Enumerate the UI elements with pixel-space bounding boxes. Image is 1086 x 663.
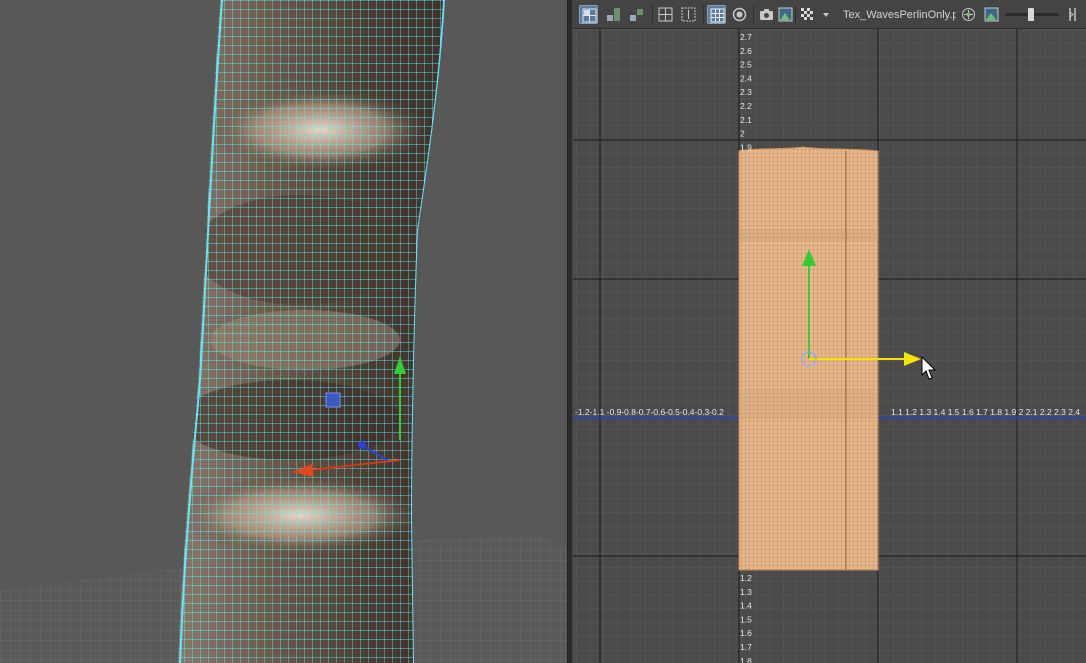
v-axis-tick-label: 2.7	[740, 32, 752, 42]
u-axis-ticks-right: 1.1 1.2 1.3 1.4 1.5 1.6 1.7 1.8 1.9 2 2.…	[891, 407, 1080, 417]
v-axis-tick-label: 1.4	[740, 601, 752, 611]
grid-snap-icon[interactable]	[656, 5, 675, 24]
viewport-scene	[0, 0, 567, 663]
texture-tiling-icon[interactable]	[959, 5, 978, 24]
v-axis-tick-label: 1.9	[740, 142, 752, 152]
uv-layout-icon[interactable]	[579, 5, 598, 24]
shell-layout-icon[interactable]	[604, 5, 623, 24]
v-axis-tick-label: 1.5	[740, 614, 752, 624]
image-icon[interactable]	[982, 5, 1001, 24]
shaded-uv-icon[interactable]	[730, 5, 749, 24]
exposure-slider[interactable]	[1005, 8, 1059, 21]
v-axis-tick-label: 2.5	[740, 60, 752, 70]
dropdown-arrow-icon[interactable]	[819, 5, 831, 24]
v-axis-tick-label: 1.7	[740, 642, 752, 652]
snapshot-icon[interactable]	[757, 5, 776, 24]
v-axis-tick-label: 1.2	[740, 573, 752, 583]
uv-toolbar: Tex_WavesPerlinOnly.p	[573, 0, 1086, 29]
v-axis-tick-label: 2.1	[740, 115, 752, 125]
toggle-grid-icon[interactable]	[707, 5, 726, 24]
v-axis-tick-label: 1.6	[740, 628, 752, 638]
selected-face[interactable]	[325, 392, 341, 408]
v-axis-tick-label: 1.8	[740, 656, 752, 663]
perspective-viewport[interactable]	[0, 0, 567, 663]
v-axis-ticks-lower: 1.2 1.3 1.4 1.5 1.6 1.7 1.8	[740, 573, 752, 663]
u-axis-ticks-left: -1.2-1.1 -0.9-0.8-0.7-0.6-0.5-0.4-0.3-0.…	[575, 407, 724, 417]
v-axis-tick-label: 2.4	[740, 73, 752, 83]
stack-layout-icon[interactable]	[627, 5, 646, 24]
uv-editor-panel: Tex_WavesPerlinOnly.p 2.7 2.6 2.5 2.4 2.…	[573, 0, 1086, 663]
v-axis-tick-label: 2.6	[740, 46, 752, 56]
v-axis-tick-label: 2.3	[740, 87, 752, 97]
v-axis-tick-label: 1.3	[740, 587, 752, 597]
texture-name-field[interactable]: Tex_WavesPerlinOnly.p	[843, 7, 956, 23]
v-axis-tick-label: 2	[740, 129, 745, 139]
pixel-snap-icon[interactable]	[679, 5, 698, 24]
checker-icon[interactable]	[798, 5, 817, 24]
image-display-icon[interactable]	[776, 5, 795, 24]
v-axis-tick-label: 2.2	[740, 101, 752, 111]
exposure-slider-handle[interactable]	[1028, 8, 1034, 21]
more-tools-icon[interactable]	[1065, 5, 1081, 24]
uv-canvas[interactable]: 2.72.62.52.42.32.22.121.9 1.21.31.41.51.…	[573, 29, 1086, 663]
